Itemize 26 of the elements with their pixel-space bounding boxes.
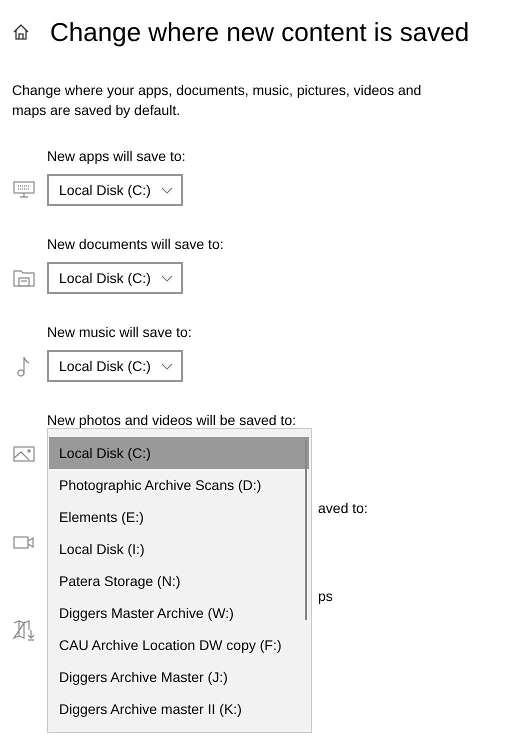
map-icon — [12, 618, 36, 642]
chevron-down-icon — [161, 362, 173, 370]
dropdown-option[interactable]: Local Disk (I:) — [49, 533, 309, 565]
setting-label: aved to: — [318, 499, 369, 518]
setting-label: New music will save to: — [47, 323, 193, 342]
setting-label: ps — [318, 587, 334, 606]
dropdown-option[interactable]: Photographic Archive Scans (D:) — [49, 469, 309, 501]
dropdown-option[interactable]: CAU Archive Location DW copy (F:) — [49, 629, 309, 661]
setting-label: New photos and videos will be saved to: — [47, 411, 298, 430]
dropdown-option[interactable]: Elements (E:) — [49, 501, 309, 533]
dropdown-option[interactable]: Diggers Master Archive (W:) — [49, 597, 309, 629]
description-text: Change where your apps, documents, music, pictures, videos and maps are saved by default. — [12, 81, 422, 120]
dropdown-option[interactable]: Patera Storage (N:) — [49, 565, 309, 597]
drive-dropdown[interactable]: Local Disk (C:) — [47, 262, 183, 294]
chevron-down-icon — [161, 274, 173, 282]
setting-label: New documents will save to: — [47, 235, 225, 254]
home-icon[interactable] — [12, 23, 30, 41]
drive-dropdown[interactable]: Local Disk (C:) — [47, 174, 183, 206]
page-title: Change where new content is saved — [50, 16, 470, 49]
chevron-down-icon — [161, 186, 173, 194]
dropdown-option[interactable]: Diggers Archive master II (K:) — [49, 693, 309, 725]
dropdown-option[interactable]: Diggers Archive Master (J:) — [49, 661, 309, 693]
dropdown-option[interactable]: Local Disk (C:) — [49, 437, 309, 469]
setting-label: New apps will save to: — [47, 147, 187, 166]
drive-dropdown[interactable]: Local Disk (C:) — [47, 350, 183, 382]
scrollbar[interactable] — [305, 440, 307, 620]
